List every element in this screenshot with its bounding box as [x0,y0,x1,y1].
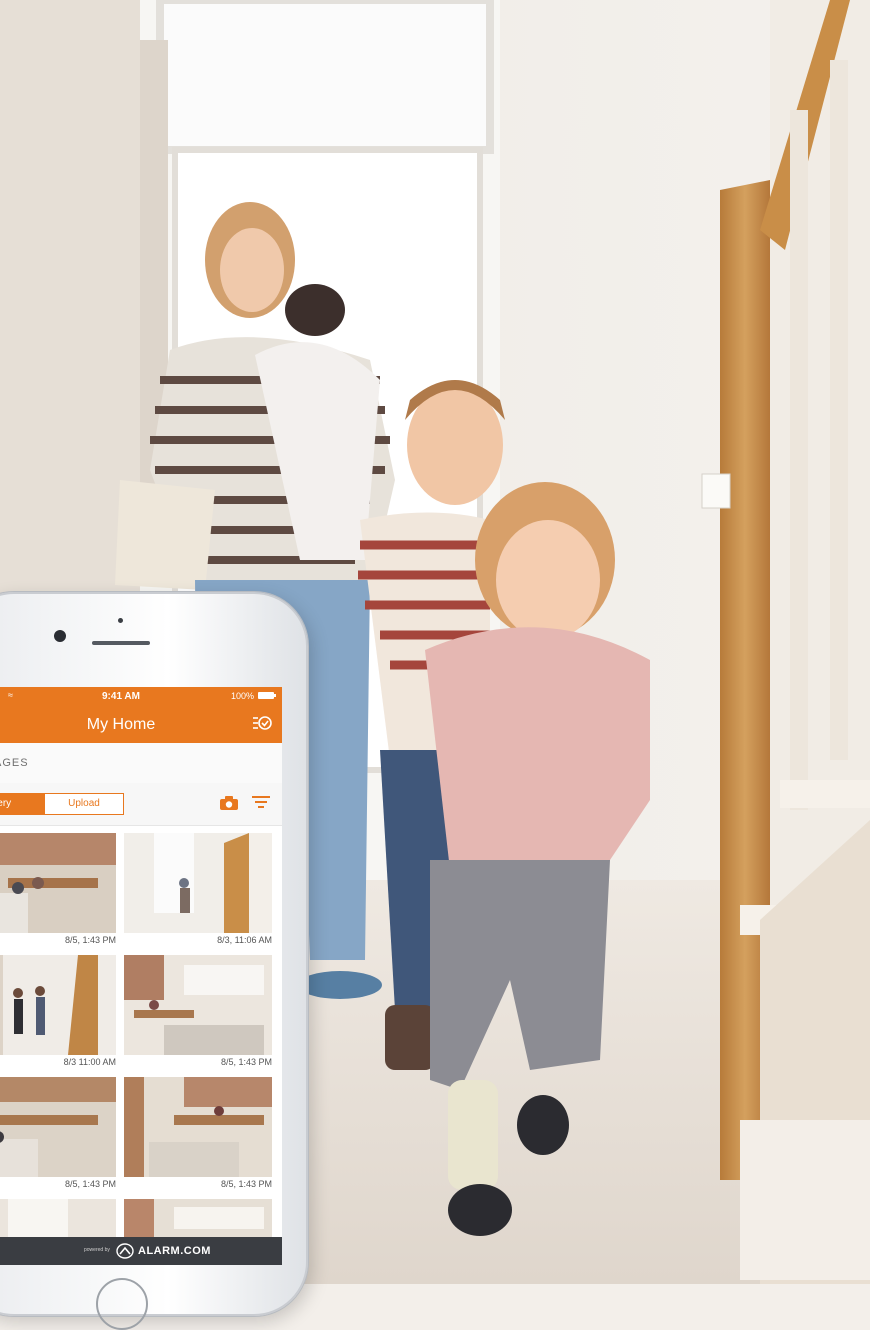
gallery-item[interactable]: 8/5, 1:43 PM [124,955,280,1073]
gallery-thumbnail[interactable] [0,833,116,933]
gallery-thumbnail[interactable] [0,1077,116,1177]
gallery-thumbnail[interactable] [124,833,272,933]
gallery-tab[interactable]: llery [0,793,44,815]
thumbnail-timestamp: 8/5, 1:43 PM [220,1057,272,1067]
gallery-thumbnail[interactable] [0,955,116,1055]
gallery-thumbnail[interactable] [124,955,272,1055]
phone-sensor [118,618,123,623]
alarm-logo-icon [116,1243,134,1259]
filter-icon[interactable] [252,795,270,811]
thumbnail-timestamp: 8/5, 1:43 PM [64,1179,116,1189]
menu-check-icon[interactable] [252,714,272,732]
phone-screen: ≈ 9:41 AM 100% My Home AGES llery Upload [0,687,282,1265]
gallery-toolbar: llery Upload [0,783,282,826]
upload-tab[interactable]: Upload [44,793,124,815]
thumbnail-timestamp: 8/5, 1:43 PM [64,935,116,945]
camera-icon[interactable] [220,796,238,810]
app-title: My Home [86,716,156,733]
battery-percent: 100% [230,691,254,701]
section-header: AGES [0,743,282,784]
powered-by-label: powered by [84,1247,110,1253]
gallery-item[interactable]: 8/3 11:00 AM [0,955,124,1073]
powered-by-footer: powered by ALARM.COM [0,1237,282,1265]
gallery-item[interactable]: 8/5, 1:43 PM [0,833,124,951]
section-label: AGES [0,757,29,769]
gallery-item[interactable]: 8/5, 1:43 PM [124,1077,280,1195]
thumbnail-timestamp: 8/3, 11:06 AM [217,935,272,945]
front-camera [54,630,66,642]
battery-icon [258,692,276,699]
phone-earpiece [92,641,150,645]
thumbnail-timestamp: 8/3 11:00 AM [63,1057,116,1067]
thumbnail-timestamp: 8/5, 1:43 PM [220,1179,272,1189]
app-header: ≈ 9:41 AM 100% My Home [0,687,282,743]
gallery-thumbnail[interactable] [124,1077,272,1177]
home-button[interactable] [96,1278,148,1330]
gallery-item[interactable]: 8/3, 11:06 AM [124,833,280,951]
gallery-item[interactable]: 8/5, 1:43 PM [0,1077,124,1195]
brand-name: ALARM.COM [138,1245,211,1257]
